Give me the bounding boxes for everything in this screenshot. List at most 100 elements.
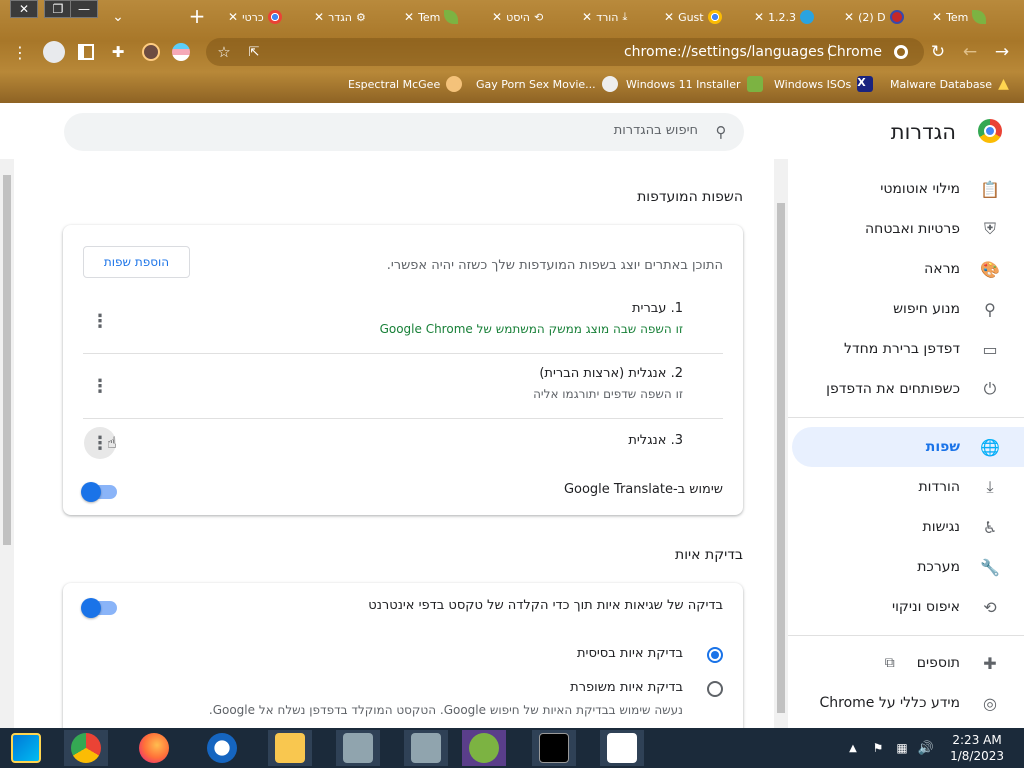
tab-2[interactable]: Tem ✕ xyxy=(404,6,459,28)
sidebar-item-label: נגישות xyxy=(922,519,960,535)
sidebar-item-extensions[interactable]: ✚ תוספים ⧉ xyxy=(788,643,1024,683)
tab-3[interactable]: ⟲ היסט ✕ xyxy=(492,6,543,28)
close-icon[interactable]: ✕ xyxy=(582,10,592,24)
tab-7[interactable]: ✕ (2) D xyxy=(844,6,904,28)
side-panel-icon[interactable] xyxy=(78,44,94,60)
language-menu-button[interactable]: ⋮ xyxy=(84,305,116,337)
back-arrow-icon[interactable]: ← xyxy=(960,42,980,62)
bookmark-2[interactable]: Windows 11 Installer xyxy=(626,76,763,92)
taskbar-installer-2[interactable] xyxy=(404,730,448,766)
power-icon: ⏻ xyxy=(983,379,997,398)
clock[interactable]: 2:23 AM 1/8/2023 xyxy=(950,732,1004,764)
flag-icon[interactable] xyxy=(172,43,190,61)
url-text[interactable]: chrome://settings/languages xyxy=(624,44,824,60)
close-icon[interactable]: ✕ xyxy=(314,10,324,24)
sidebar-item-reset[interactable]: ⟲ איפוס וניקוי xyxy=(788,587,1024,627)
search-placeholder: חיפוש בהגדרות xyxy=(613,123,698,138)
close-icon[interactable]: ✕ xyxy=(228,10,238,24)
volume-icon[interactable]: 🔊 xyxy=(918,740,934,756)
menu-kebab-icon[interactable]: ⋮ xyxy=(12,42,28,62)
share-icon[interactable]: ⇱ xyxy=(244,42,264,62)
tab-1[interactable]: ⚙ הגדר ✕ xyxy=(314,6,366,28)
extensions-puzzle-icon[interactable]: ✚ xyxy=(108,41,128,63)
divider xyxy=(788,417,1024,418)
start-button[interactable] xyxy=(4,730,48,766)
flag-icon[interactable]: ⚑ xyxy=(870,740,886,756)
close-window-button[interactable]: ✕ xyxy=(10,0,38,18)
avatar[interactable] xyxy=(142,43,160,61)
radio-basic-spellcheck[interactable] xyxy=(707,647,723,663)
taskbar-terminal[interactable] xyxy=(532,730,576,766)
radio-enhanced-spellcheck[interactable] xyxy=(707,681,723,697)
x-icon: X xyxy=(857,76,874,92)
tab-0[interactable]: כרטי ✕ xyxy=(228,6,282,28)
close-icon[interactable]: ✕ xyxy=(664,10,674,24)
tab-5[interactable]: ✕ Gust xyxy=(664,6,722,28)
tab-4[interactable]: ⤓ הורד ✕ xyxy=(582,6,627,28)
address-bar[interactable]: ☆ ⇱ chrome://settings/languages Chrome xyxy=(206,38,924,66)
search-input[interactable]: ⚲ חיפוש בהגדרות xyxy=(64,113,744,151)
clock-date: 1/8/2023 xyxy=(950,749,1004,763)
language-menu-button[interactable]: ⋮ xyxy=(84,370,116,402)
sidebar-item-appearance[interactable]: 🎨 מראה xyxy=(788,249,1024,289)
site-label: Chrome xyxy=(827,44,882,60)
divider xyxy=(83,418,723,419)
tab-search-chevron-icon[interactable]: ⌄ xyxy=(108,6,128,28)
chrome-icon xyxy=(71,733,101,763)
tab-title: Tem xyxy=(418,10,441,24)
bookmark-3[interactable]: Windows ISOs X xyxy=(774,76,874,92)
app-icon xyxy=(889,10,904,24)
sidebar-item-about[interactable]: ◎ מידע כללי על Chrome xyxy=(788,683,1024,723)
taskbar-firefox[interactable] xyxy=(132,730,176,766)
chrome-icon: ◎ xyxy=(983,693,997,713)
terminal-icon xyxy=(539,733,569,763)
close-icon[interactable]: ✕ xyxy=(844,10,854,24)
close-icon[interactable]: ✕ xyxy=(404,10,414,24)
sidebar-item-languages[interactable]: 🌐 שפות xyxy=(792,427,1024,467)
radio-label: בדיקת איות משופרת xyxy=(570,680,683,695)
taskbar-file-explorer[interactable] xyxy=(268,730,312,766)
reload-icon[interactable]: ↻ xyxy=(928,42,948,62)
spellcheck-toggle[interactable] xyxy=(81,598,117,618)
tab-6[interactable]: ✕ 1.2.3 xyxy=(754,6,815,28)
star-icon[interactable]: ☆ xyxy=(214,42,234,62)
profile-avatar[interactable] xyxy=(43,41,65,63)
sidebar-item-search-engine[interactable]: ⚲ מנוע חיפוש xyxy=(788,289,1024,329)
restore-window-button[interactable]: ❐ xyxy=(44,0,72,18)
leaf-icon xyxy=(972,10,987,24)
external-link-icon: ⧉ xyxy=(884,655,895,671)
globe-icon xyxy=(601,76,618,92)
sidebar-item-default-browser[interactable]: ▭ דפדפן ברירת מחדל xyxy=(788,329,1024,369)
sidebar-item-autofill[interactable]: 📋 מילוי אוטומטי xyxy=(788,169,1024,209)
chevron-up-icon[interactable]: ▲ xyxy=(846,740,860,756)
forward-arrow-icon[interactable]: → xyxy=(992,42,1012,62)
translate-toggle[interactable] xyxy=(81,482,117,502)
bookmark-4[interactable]: Malware Database ▲ xyxy=(890,76,1014,92)
sidebar-item-label: כשפותחים את הדפדפן xyxy=(826,381,960,397)
network-icon[interactable]: ▦ xyxy=(894,740,910,756)
add-languages-button[interactable]: הוספת שפות xyxy=(83,246,190,278)
section-title-preferred: השפות המועדפות xyxy=(637,189,743,205)
sidebar-item-privacy[interactable]: ⛨ פרטיות ואבטחה xyxy=(788,209,1024,249)
new-tab-button[interactable]: + xyxy=(186,4,208,28)
sidebar-item-downloads[interactable]: ⤓ הורדות xyxy=(788,467,1024,507)
taskbar-installer[interactable] xyxy=(336,730,380,766)
taskbar-java[interactable] xyxy=(600,730,644,766)
close-icon[interactable]: ✕ xyxy=(492,10,502,24)
tab-8[interactable]: ✕ Tem xyxy=(932,6,987,28)
sidebar-item-system[interactable]: 🔧 מערכת xyxy=(788,547,1024,587)
avatar-icon xyxy=(446,76,463,92)
taskbar-chrome[interactable] xyxy=(64,730,108,766)
minimize-window-button[interactable]: — xyxy=(70,0,98,18)
sidebar-item-on-startup[interactable]: ⏻ כשפותחים את הדפדפן xyxy=(788,369,1024,409)
sidebar-item-accessibility[interactable]: ♿ נגישות xyxy=(788,507,1024,547)
close-icon[interactable]: ✕ xyxy=(932,10,942,24)
taskbar-app[interactable] xyxy=(200,730,244,766)
bookmark-0[interactable]: Espectral McGee xyxy=(348,76,463,92)
taskbar-users[interactable] xyxy=(462,730,506,766)
spellcheck-toggle-label: בדיקה של שגיאות איות תוך כדי הקלדה של טק… xyxy=(368,598,723,613)
close-icon[interactable]: ✕ xyxy=(754,10,764,24)
bookmark-1[interactable]: Gay Porn Sex Movie... xyxy=(476,76,618,92)
firefox-icon xyxy=(139,733,169,763)
sidebar-item-label: מנוע חיפוש xyxy=(893,301,960,317)
